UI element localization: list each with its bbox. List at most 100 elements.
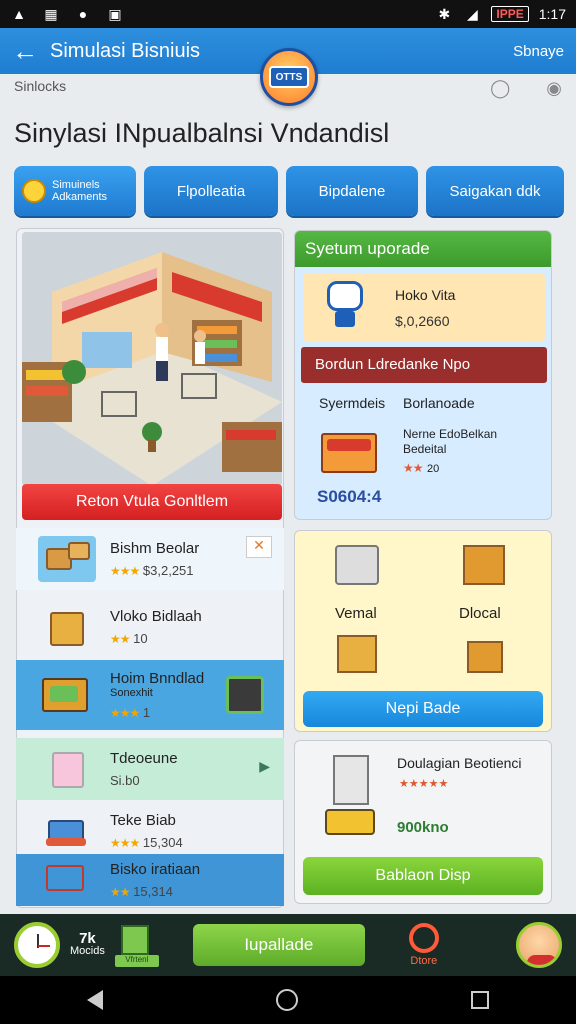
shop-stall-icon <box>321 427 381 477</box>
boxes-icon <box>38 536 96 582</box>
package-stack-icon <box>333 755 369 805</box>
store-icon <box>408 923 439 953</box>
delivery-rating: ★★★★★ <box>399 778 449 790</box>
chat-icon[interactable]: ◯ <box>490 78 510 99</box>
delivery-button[interactable]: Bablaon Disp <box>303 857 543 895</box>
item-rating: ★★ <box>110 632 130 646</box>
qr-icon: ▦ <box>44 5 58 22</box>
item-name: Bisko iratiaan <box>110 861 201 878</box>
section-header: Bordun Ldredanke Npo <box>301 347 547 383</box>
column-label: Borlanoade <box>403 395 475 411</box>
promo-price: $,0,2660 <box>395 313 450 329</box>
shop-name: Nerne EdoBelkan Bedeital <box>403 427 498 456</box>
sail-icon: ▲ <box>12 6 26 22</box>
delivery-panel: Doulagian Beotienci ★★★★★ 900kno Bablaon… <box>294 740 552 904</box>
item-price: 15,304 <box>142 835 183 850</box>
item-price: Si.b0 <box>110 773 140 788</box>
box-icon <box>38 604 96 650</box>
item-subtitle: Sonexhit <box>110 687 153 699</box>
photo-icon: ▣ <box>108 5 122 22</box>
item-name: Tdeoeune <box>110 750 178 767</box>
hammer-icon[interactable]: ✕ <box>246 536 272 558</box>
list-item[interactable]: Bisko iratiaan ★★ 15,314 <box>16 854 284 906</box>
warehouse-button[interactable]: Nepi Bade <box>303 691 543 727</box>
chevron-right-icon[interactable]: ▶ <box>259 758 270 775</box>
list-item[interactable]: Teke Biab ★★★ 15,304 <box>16 800 284 862</box>
tab-label: Saigakan ddk <box>449 182 541 200</box>
delivery-truck-icon <box>325 809 375 835</box>
clock-icon[interactable] <box>14 922 60 968</box>
item-name: Vloko Bidlaah <box>110 608 202 625</box>
tab-flpolleatia[interactable]: Flpolleatia <box>144 166 278 216</box>
list-item[interactable]: Vloko Bidlaah ★★ 10 <box>16 596 284 658</box>
clock-time: 1:17 <box>538 6 566 22</box>
item-price: 10 <box>133 631 148 646</box>
cart-icon <box>463 545 505 585</box>
tab-bar: Simuinels Adkaments Flpolleatia Bipdalen… <box>14 166 566 216</box>
nav-home-icon[interactable] <box>275 989 298 1011</box>
store-scene-illustration[interactable] <box>22 232 282 486</box>
column-label: Syermdeis <box>319 395 386 411</box>
item-name: Hoim Bnndlad <box>110 670 205 687</box>
shopping-cart-icon <box>38 857 96 903</box>
system-nav-bar <box>0 976 576 1024</box>
tab-label: Flpolleatia <box>176 182 246 200</box>
document-icon <box>120 925 149 955</box>
printer-icon <box>335 545 379 585</box>
tab-label: Bipdalene <box>318 182 386 200</box>
report-button[interactable]: Vfrtenl <box>114 923 159 967</box>
scene-action-button[interactable]: Reton Vtula Gonltlem <box>22 484 282 520</box>
item-price: $3,2,251 <box>142 563 194 578</box>
item-name: Bishm Beolar <box>110 540 200 557</box>
nav-back-icon[interactable] <box>86 990 103 1010</box>
mascot-icon <box>325 281 365 331</box>
tab-bipdalene[interactable]: Bipdalene <box>286 166 418 216</box>
store-button[interactable]: Dtore <box>408 923 439 967</box>
delivery-title: Doulagian Beotienci <box>397 755 522 771</box>
warehouse-label: Dlocal <box>459 605 501 622</box>
crate-icon <box>38 672 96 718</box>
app-bar-action[interactable]: Sbnaye <box>513 43 564 60</box>
settings-icon[interactable]: ◉ <box>546 78 562 99</box>
game-logo: OTTS <box>260 48 318 106</box>
item-price: 15,314 <box>133 884 173 899</box>
bluetooth-icon: ✱ <box>438 5 451 22</box>
tab-saigakan[interactable]: Saigakan ddk <box>426 166 564 216</box>
send-icon: ● <box>78 6 88 22</box>
list-item[interactable]: Bishm Beolar ★★★ $3,2,251 ✕ <box>16 528 284 590</box>
page-title: Sinylasi INpualbalnsi Vndandisl <box>14 118 390 148</box>
warehouse-label: Vemal <box>335 605 377 622</box>
list-item[interactable]: Tdeoeune Si.b0 ▶ <box>16 738 284 800</box>
cart-icon <box>467 641 503 673</box>
warehouse-panel: Vemal Dlocal Nepi Bade <box>294 530 552 732</box>
item-name: Teke Biab <box>110 812 176 829</box>
top-icons: ◯ ◉ <box>490 78 562 99</box>
system-upgrade-panel: Syetum uporade Hoko Vita $,0,2660 Bordun… <box>294 230 552 520</box>
back-arrow-icon[interactable]: ← <box>12 38 38 64</box>
stat-counter: 7k Mocids <box>70 930 105 957</box>
app-title: Simulasi Bisniuis <box>50 39 201 62</box>
handtruck-icon <box>38 808 96 854</box>
gift-box-icon <box>38 746 96 792</box>
item-rating: ★★★ <box>110 706 140 720</box>
shop-rating: ★★ 20 <box>403 461 440 475</box>
tab-simulation[interactable]: Simuinels Adkaments <box>14 166 136 216</box>
status-bar: ▲ ▦ ● ▣ ✱ ◢ IPPE 1:17 <box>0 0 576 28</box>
item-rating: ★★★ <box>110 836 140 850</box>
promo-card[interactable]: Hoko Vita $,0,2660 <box>303 273 545 341</box>
package-icon <box>226 676 264 714</box>
upgrade-main-button[interactable]: Iupallade <box>192 924 365 966</box>
avatar[interactable] <box>516 922 562 968</box>
subtitle: Sinlocks <box>14 78 67 94</box>
delivery-value: 900kno <box>397 819 449 836</box>
item-rating: ★★ <box>110 885 130 899</box>
promo-name: Hoko Vita <box>395 287 456 303</box>
tab-label: Simuinels Adkaments <box>52 179 108 203</box>
item-price: 1 <box>142 705 151 720</box>
store-scene-icon <box>22 232 282 486</box>
bottom-bar: 7k Mocids Vfrtenl Iupallade Dtore <box>0 914 576 976</box>
nav-recents-icon[interactable] <box>471 991 490 1009</box>
shop-total: S0604:4 <box>317 487 382 506</box>
list-item[interactable]: Hoim Bnndlad Sonexhit ★★★ 1 <box>16 660 284 730</box>
box-icon <box>337 635 377 673</box>
